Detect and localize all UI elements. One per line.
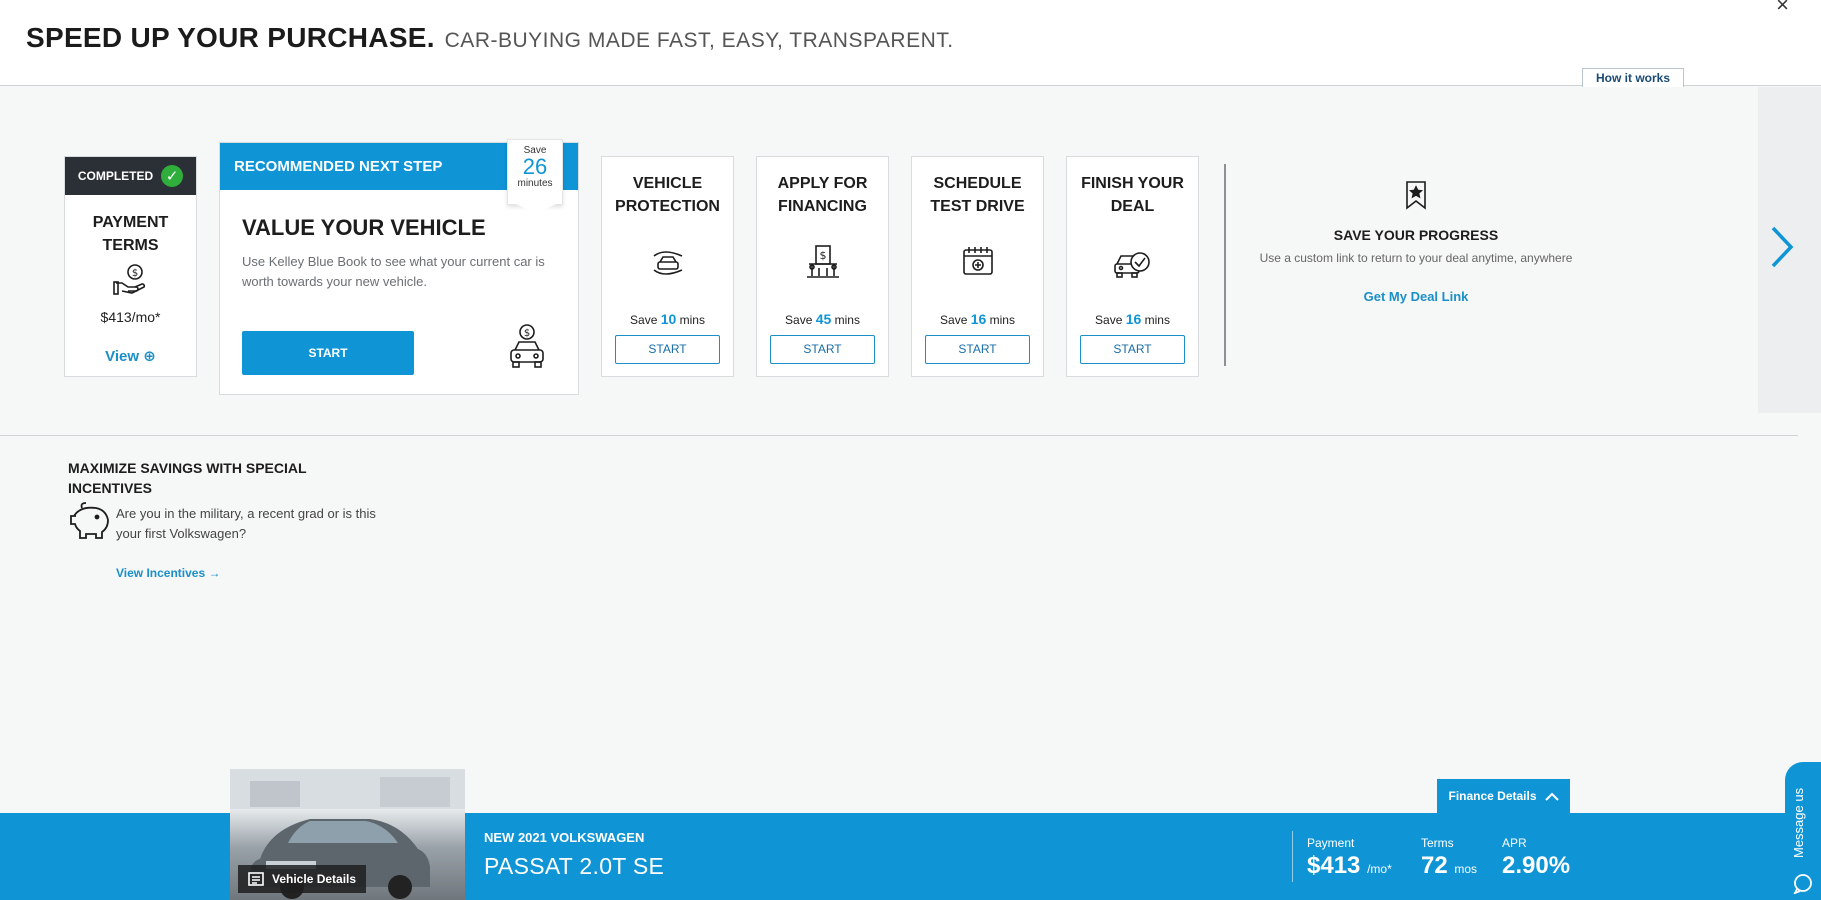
- vehicle-make-year: NEW 2021 VOLKSWAGEN: [484, 830, 645, 845]
- svg-text:$: $: [524, 328, 530, 339]
- save-unit: minutes: [517, 178, 553, 189]
- step-save-time: Save 45 mins: [757, 311, 888, 327]
- how-it-works-tab[interactable]: How it works: [1582, 68, 1684, 87]
- check-circle-icon: ✓: [161, 165, 184, 187]
- page-title: SPEED UP YOUR PURCHASE. CAR-BUYING MADE …: [26, 22, 954, 54]
- incentives-description: Are you in the military, a recent grad o…: [116, 506, 376, 541]
- hand-money-icon: $: [112, 261, 149, 302]
- vehicle-details-button[interactable]: Vehicle Details: [238, 865, 366, 893]
- title-bold: SPEED UP YOUR PURCHASE.: [26, 22, 435, 53]
- step-save-time: Save 16 mins: [1067, 311, 1198, 327]
- terms-label: Terms: [1421, 836, 1454, 850]
- terms-value: 72 mos: [1421, 852, 1477, 880]
- vertical-divider: [1224, 164, 1226, 366]
- save-prefix: Save: [630, 313, 658, 327]
- schedule-test-drive-start-button[interactable]: START: [925, 335, 1030, 364]
- save-progress-panel: SAVE YOUR PROGRESS Use a custom link to …: [1236, 180, 1596, 304]
- bookmark-star-icon: [1236, 180, 1596, 215]
- save-minutes: 16: [1125, 311, 1142, 327]
- step-card-vehicle-protection: VEHICLE PROTECTION Save 10 mins START: [601, 156, 734, 377]
- save-time-ribbon: Save 26 minutes: [507, 139, 563, 214]
- chevron-up-icon[interactable]: [1544, 792, 1559, 801]
- finance-details-button[interactable]: Finance Details: [1437, 779, 1570, 813]
- apr-label: APR: [1502, 836, 1527, 850]
- save-prefix: Save: [785, 313, 813, 327]
- finish-deal-start-button[interactable]: START: [1080, 335, 1185, 364]
- plus-circle-icon[interactable]: ⊕: [143, 348, 156, 365]
- svg-text:$: $: [819, 249, 826, 262]
- save-minutes-value: 26: [522, 154, 548, 179]
- arrow-right-icon[interactable]: →: [209, 566, 221, 580]
- save-suffix: mins: [834, 313, 860, 327]
- recommended-step-card: RECOMMENDED NEXT STEP Save 26 minutes VA…: [219, 139, 579, 395]
- step-title: VEHICLE PROTECTION: [615, 175, 720, 215]
- step-save-time: Save 10 mins: [602, 311, 733, 327]
- step-card-finish-deal: FINISH YOUR DEAL Save 16 mins START: [1066, 156, 1199, 377]
- title-subtitle: CAR-BUYING MADE FAST, EASY, TRANSPARENT.: [444, 29, 954, 52]
- apr-value: 2.90%: [1502, 852, 1571, 879]
- completed-label: COMPLETED: [77, 169, 154, 183]
- step-card-schedule-test-drive: SCHEDULE TEST DRIVE Save 16 mins START: [911, 156, 1044, 377]
- card-title: PAYMENT TERMS: [92, 214, 169, 254]
- section-divider: [0, 435, 1798, 436]
- step-title: APPLY FOR FINANCING: [777, 175, 868, 215]
- car-check-icon: [1113, 242, 1153, 287]
- svg-text:$: $: [131, 268, 137, 279]
- terms-unit: mos: [1454, 862, 1478, 876]
- finance-divider: [1292, 831, 1293, 882]
- save-progress-description: Use a custom link to return to your deal…: [1259, 251, 1573, 265]
- step-title: FINISH YOUR DEAL: [1081, 175, 1184, 215]
- message-us-button[interactable]: Message us: [1785, 762, 1821, 900]
- view-link[interactable]: View ⊕: [65, 347, 196, 365]
- calendar-icon: [958, 242, 998, 287]
- payment-unit: /mo*: [1367, 862, 1392, 876]
- chat-bubble-icon[interactable]: [1792, 872, 1814, 899]
- payment-value: $413 /mo*: [1307, 852, 1392, 880]
- save-prefix: Save: [940, 313, 968, 327]
- vehicle-model: PASSAT 2.0T SE: [484, 853, 665, 879]
- monthly-price: $413/mo*: [100, 309, 161, 325]
- finance-details-label[interactable]: Finance Details: [1448, 789, 1536, 803]
- step-title: SCHEDULE TEST DRIVE: [930, 175, 1025, 215]
- vehicle-details-label[interactable]: Vehicle Details: [272, 872, 356, 886]
- save-minutes: 10: [660, 311, 677, 327]
- payment-label: Payment: [1307, 836, 1355, 850]
- terms-amount: 72: [1421, 852, 1448, 879]
- recommended-description: Use Kelley Blue Book to see what your cu…: [242, 254, 545, 289]
- step-card-apply-financing: APPLY FOR FINANCING $ Save 45 mins START: [756, 156, 889, 377]
- view-incentives-label[interactable]: View Incentives: [116, 566, 205, 580]
- list-icon: [248, 872, 264, 886]
- save-suffix: mins: [989, 313, 1015, 327]
- incentives-title: MAXIMIZE SAVINGS WITH SPECIAL INCENTIVES: [68, 460, 307, 496]
- save-minutes: 16: [970, 311, 987, 327]
- value-vehicle-start-button[interactable]: START: [242, 331, 414, 375]
- bank-icon: $: [803, 242, 843, 287]
- save-minutes: 45: [815, 311, 832, 327]
- view-link-label[interactable]: View: [105, 348, 139, 365]
- message-us-label[interactable]: Message us: [1791, 788, 1806, 858]
- save-suffix: mins: [1144, 313, 1170, 327]
- completed-badge: COMPLETED ✓: [65, 157, 196, 195]
- save-suffix: mins: [679, 313, 705, 327]
- get-deal-link[interactable]: Get My Deal Link: [1236, 289, 1596, 304]
- vehicle-protection-start-button[interactable]: START: [615, 335, 720, 364]
- save-prefix: Save: [1095, 313, 1123, 327]
- view-incentives-link[interactable]: View Incentives →: [116, 566, 221, 580]
- apply-financing-start-button[interactable]: START: [770, 335, 875, 364]
- car-dollar-icon: $: [507, 324, 547, 375]
- hands-car-icon: [648, 242, 688, 287]
- payment-terms-card: COMPLETED ✓ PAYMENT TERMS $ $413/mo* Vie…: [64, 156, 197, 377]
- recommended-title: VALUE YOUR VEHICLE: [242, 215, 486, 240]
- payment-amount: $413: [1307, 852, 1361, 879]
- close-icon[interactable]: ×: [1776, 0, 1789, 18]
- vehicle-photo[interactable]: Vehicle Details: [230, 769, 465, 900]
- save-progress-title: SAVE YOUR PROGRESS: [1333, 227, 1499, 243]
- piggy-bank-icon: [66, 502, 110, 547]
- top-bar: SPEED UP YOUR PURCHASE. CAR-BUYING MADE …: [0, 0, 1821, 87]
- step-save-time: Save 16 mins: [912, 311, 1043, 327]
- carousel-next-arrow-icon[interactable]: [1768, 224, 1796, 275]
